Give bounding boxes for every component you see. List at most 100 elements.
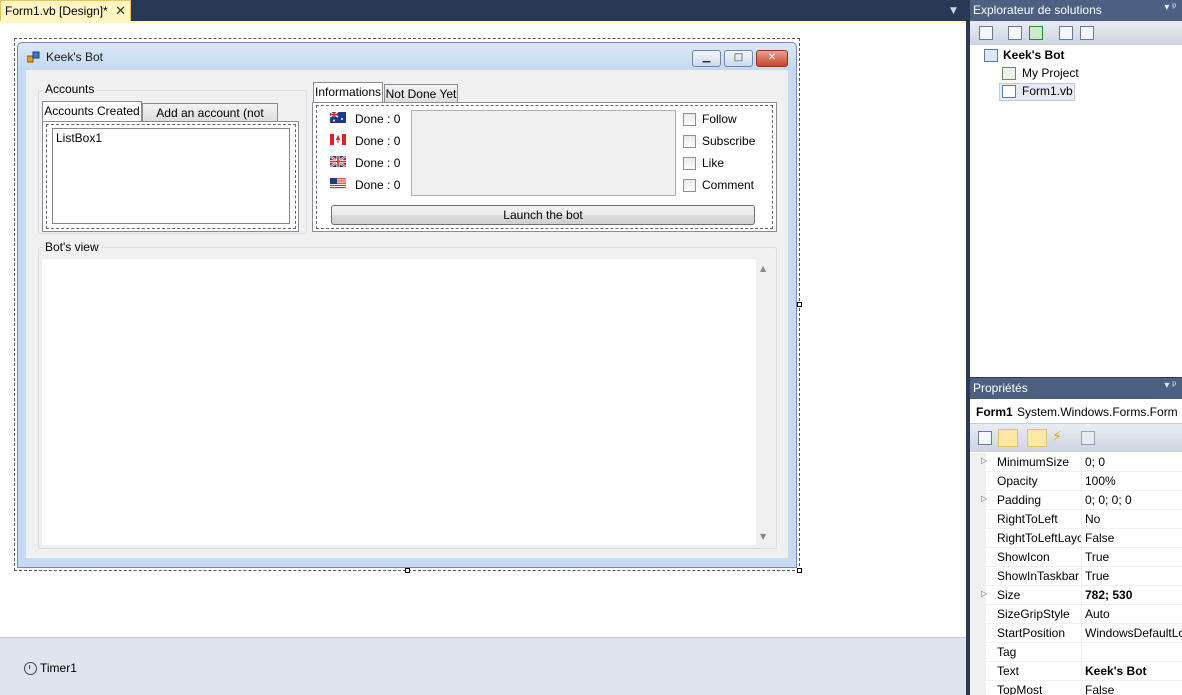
solution-explorer-header: Explorateur de solutions ▾ ᵖ xyxy=(970,0,1182,21)
alphabetical-icon[interactable] xyxy=(998,429,1018,447)
property-row-showintaskbar[interactable]: ShowInTaskbar True xyxy=(970,567,1182,586)
close-icon[interactable]: ✕ xyxy=(115,3,126,19)
property-row-righttoleftlayout[interactable]: RightToLeftLayout False xyxy=(970,529,1182,548)
tab-not-done-yet[interactable]: Not Done Yet xyxy=(384,84,458,104)
resize-handle-corner[interactable] xyxy=(797,568,802,573)
property-name: Padding xyxy=(997,493,1042,507)
property-value[interactable]: False xyxy=(1085,531,1182,545)
properties-object-selector[interactable]: Form1 System.Windows.Forms.Form xyxy=(970,399,1182,424)
pin-icon[interactable]: ▾ ᵖ xyxy=(1164,380,1176,391)
document-tab-strip xyxy=(0,0,966,22)
property-row-tag[interactable]: Tag xyxy=(970,643,1182,662)
follow-checkbox[interactable] xyxy=(683,113,696,126)
expand-arrow-icon[interactable]: ▷ xyxy=(981,456,987,465)
property-value[interactable]: False xyxy=(1085,683,1182,695)
pin-icon[interactable]: ▾ ᵖ xyxy=(1164,2,1176,13)
property-value[interactable]: Auto xyxy=(1085,607,1182,621)
tree-item-project[interactable]: Keek's Bot xyxy=(1003,48,1065,62)
property-name: SizeGripStyle xyxy=(997,607,1070,621)
expand-arrow-icon[interactable]: ▷ xyxy=(981,589,987,598)
form-title-bar[interactable] xyxy=(18,43,796,70)
property-row-righttoleft[interactable]: RightToLeft No xyxy=(970,510,1182,529)
property-separator xyxy=(1081,586,1082,605)
tab-add-account[interactable]: Add an account (not done) xyxy=(142,103,278,138)
minimize-button[interactable]: ▁ xyxy=(692,50,721,67)
property-row-opacity[interactable]: Opacity 100% xyxy=(970,472,1182,491)
tab-accounts-created[interactable]: Accounts Created xyxy=(42,101,142,123)
property-value[interactable]: 100% xyxy=(1085,474,1182,488)
scroll-up-arrow-icon[interactable]: ▲ xyxy=(760,264,766,273)
subscribe-checkbox[interactable] xyxy=(683,135,696,148)
view-code-icon[interactable] xyxy=(1059,26,1073,40)
comment-checkbox-label[interactable]: Comment xyxy=(702,178,754,192)
properties-icon[interactable] xyxy=(979,26,993,40)
tab-dropdown-arrow-icon[interactable]: ▼ xyxy=(950,6,957,16)
maximize-button[interactable]: □ xyxy=(724,50,753,67)
timer-icon xyxy=(24,662,37,675)
property-value[interactable]: WindowsDefaultLocation xyxy=(1085,626,1182,640)
properties-view-icon[interactable] xyxy=(1027,429,1047,447)
property-value[interactable]: True xyxy=(1085,569,1182,583)
property-value[interactable]: Keek's Bot xyxy=(1085,664,1182,678)
property-value[interactable]: 782; 530 xyxy=(1085,588,1182,602)
solution-explorer-panel xyxy=(970,0,1182,377)
comment-checkbox[interactable] xyxy=(683,179,696,192)
property-separator xyxy=(1081,662,1082,681)
property-name: RightToLeft xyxy=(997,512,1058,526)
component-timer1[interactable]: Timer1 xyxy=(24,661,77,675)
bots-view-legend: Bot's view xyxy=(43,240,101,254)
follow-checkbox-label[interactable]: Follow xyxy=(702,112,737,126)
property-value[interactable]: 0; 0; 0; 0 xyxy=(1085,493,1182,507)
like-checkbox[interactable] xyxy=(683,157,696,170)
property-name: Opacity xyxy=(997,474,1038,488)
document-tab-form1-design[interactable]: Form1.vb [Design]* ✕ xyxy=(0,0,131,21)
property-row-showicon[interactable]: ShowIcon True xyxy=(970,548,1182,567)
property-separator xyxy=(1081,548,1082,567)
australia-flag-icon xyxy=(330,112,346,123)
refresh-icon[interactable] xyxy=(1029,26,1043,40)
property-row-topmost[interactable]: TopMost False xyxy=(970,681,1182,695)
like-checkbox-label[interactable]: Like xyxy=(702,156,724,170)
show-all-files-icon[interactable] xyxy=(1008,26,1022,40)
tree-item-my-project[interactable]: My Project xyxy=(1022,66,1079,80)
uk-flag-icon xyxy=(330,156,346,167)
tree-item-form1[interactable]: Form1.vb xyxy=(1022,84,1073,98)
tab-informations[interactable]: Informations xyxy=(313,82,383,104)
property-row-sizegripstyle[interactable]: SizeGripStyle Auto xyxy=(970,605,1182,624)
resize-handle-bottom[interactable] xyxy=(405,568,410,573)
view-designer-icon[interactable] xyxy=(1080,26,1094,40)
solution-explorer-title: Explorateur de solutions xyxy=(973,3,1102,17)
form-file-icon xyxy=(1002,85,1016,98)
vb-project-icon xyxy=(984,49,998,62)
subscribe-checkbox-label[interactable]: Subscribe xyxy=(702,134,755,148)
property-name: MinimumSize xyxy=(997,455,1070,469)
solution-explorer-toolbar xyxy=(970,21,1182,45)
form-close-button[interactable]: ✕ xyxy=(756,50,788,67)
canada-done-label: Done : 0 xyxy=(355,134,401,148)
property-row-padding[interactable]: ▷ Padding 0; 0; 0; 0 xyxy=(970,491,1182,510)
properties-title: Propriétés xyxy=(973,381,1028,395)
property-name: Tag xyxy=(997,645,1017,659)
property-pages-icon[interactable] xyxy=(1081,431,1095,445)
events-lightning-icon[interactable]: ⚡ xyxy=(1052,429,1062,445)
resize-handle-right[interactable] xyxy=(797,302,802,307)
accounts-listbox[interactable]: ListBox1 xyxy=(52,128,290,224)
property-value[interactable]: No xyxy=(1085,512,1182,526)
launch-bot-button[interactable]: Launch the bot xyxy=(331,205,755,225)
property-value[interactable]: 0; 0 xyxy=(1085,455,1182,469)
form-app-icon xyxy=(27,51,40,63)
expand-arrow-icon[interactable]: ▷ xyxy=(981,494,987,503)
property-row-minimumsize[interactable]: ▷ MinimumSize 0; 0 xyxy=(970,453,1182,472)
property-row-text[interactable]: Text Keek's Bot xyxy=(970,662,1182,681)
bot-view-browser[interactable] xyxy=(42,259,756,545)
categorized-icon[interactable] xyxy=(978,431,992,445)
bot-view-scrollbar[interactable] xyxy=(756,259,773,545)
info-textbox[interactable] xyxy=(411,110,676,196)
scroll-down-arrow-icon[interactable]: ▼ xyxy=(760,532,766,541)
property-name: ShowIcon xyxy=(997,550,1050,564)
property-value[interactable]: True xyxy=(1085,550,1182,564)
property-row-size[interactable]: ▷ Size 782; 530 xyxy=(970,586,1182,605)
property-row-startposition[interactable]: StartPosition WindowsDefaultLocation xyxy=(970,624,1182,643)
properties-object-name: Form1 xyxy=(976,405,1013,419)
property-separator xyxy=(1081,624,1082,643)
